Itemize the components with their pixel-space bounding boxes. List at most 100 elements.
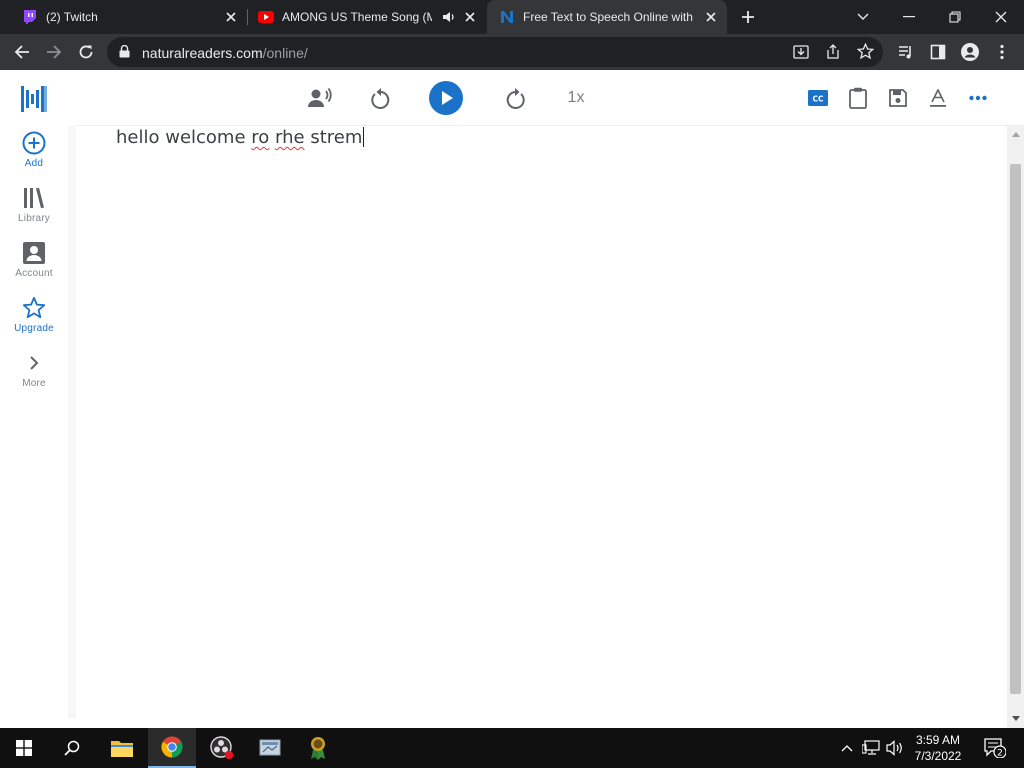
minimize-icon — [903, 16, 915, 18]
award-icon — [311, 737, 325, 760]
scrollbar-thumb[interactable] — [1010, 164, 1021, 694]
media-queue-icon — [899, 46, 911, 59]
search-button[interactable] — [48, 728, 96, 768]
url-domain: naturalreaders.com — [142, 45, 263, 61]
obs-icon — [210, 736, 234, 760]
reload-button[interactable] — [72, 38, 100, 66]
forward-icon — [506, 88, 525, 109]
install-app-icon[interactable] — [793, 44, 809, 65]
sidebar-item-account[interactable]: Account — [0, 240, 68, 292]
share-icon[interactable] — [825, 44, 841, 65]
taskbar-obs[interactable] — [198, 728, 246, 768]
scroll-down-arrow-icon[interactable] — [1011, 714, 1020, 723]
misspelled-word[interactable]: rhe — [275, 127, 305, 148]
notification-count: 2 — [997, 749, 1003, 759]
sidebar-item-add[interactable]: Add — [0, 130, 68, 182]
notification-center-button[interactable]: 2 — [978, 728, 1012, 768]
voice-select-button[interactable] — [304, 82, 336, 114]
play-button[interactable] — [428, 80, 464, 116]
close-icon[interactable] — [703, 9, 719, 25]
sidebar-item-upgrade[interactable]: Upgrade — [0, 295, 68, 347]
sidebar-item-more[interactable]: More — [0, 350, 68, 402]
restore-button[interactable] — [932, 0, 978, 34]
sidebar-item-label: Add — [24, 158, 44, 169]
chrome-icon — [161, 736, 183, 758]
forward-skip-button[interactable] — [500, 82, 532, 114]
side-panel-button[interactable] — [924, 38, 952, 66]
folder-icon — [111, 741, 133, 757]
text-caret — [363, 127, 365, 147]
captions-button[interactable]: CC — [802, 82, 834, 114]
misspelled-word[interactable]: ro — [251, 127, 269, 148]
text-editor[interactable]: hello welcome ro rhe strem — [116, 126, 996, 716]
tab-title: AMONG US Theme Song (M — [282, 10, 432, 24]
close-icon[interactable] — [223, 9, 239, 25]
speaker-icon[interactable] — [442, 10, 456, 27]
tab-title: Free Text to Speech Online with A — [523, 10, 693, 24]
clock-time: 3:59 AM — [915, 733, 961, 747]
profile-button[interactable] — [956, 38, 984, 66]
close-icon — [995, 11, 1007, 23]
taskbar-file-explorer[interactable] — [98, 728, 146, 768]
sidebar-item-label: Library — [18, 213, 50, 224]
bookmark-star-icon[interactable] — [856, 42, 875, 65]
paste-button[interactable] — [842, 82, 874, 114]
more-horizontal-icon — [969, 95, 987, 101]
rewind-icon — [371, 88, 390, 109]
network-icon — [862, 740, 880, 755]
back-button[interactable] — [8, 38, 36, 66]
taskbar-app-window[interactable] — [246, 728, 294, 768]
media-control-button[interactable] — [892, 38, 920, 66]
chevron-down-icon — [857, 13, 869, 20]
save-button[interactable] — [882, 82, 914, 114]
profile-icon — [961, 43, 979, 61]
new-tab-button[interactable] — [736, 5, 760, 29]
clipboard-icon — [849, 87, 867, 109]
show-hidden-icons-button[interactable] — [838, 728, 856, 768]
font-settings-button[interactable] — [922, 82, 954, 114]
document-text[interactable]: hello welcome ro rhe strem — [116, 126, 996, 150]
account-icon — [0, 240, 68, 266]
tab-naturalreader[interactable]: Free Text to Speech Online with A — [487, 0, 727, 34]
arrow-right-icon — [47, 45, 62, 59]
twitch-icon — [22, 9, 38, 25]
minimize-button[interactable] — [886, 0, 932, 34]
rewind-button[interactable] — [364, 82, 396, 114]
windows-taskbar: 3:59 AM 7/3/2022 2 — [0, 728, 1024, 768]
more-options-button[interactable] — [962, 82, 994, 114]
sidebar: Add Library Account Upgrade More — [0, 70, 68, 728]
vertical-scrollbar[interactable] — [1007, 126, 1024, 728]
start-button[interactable] — [0, 728, 48, 768]
speed-label: 1x — [567, 89, 585, 106]
taskbar-chrome[interactable] — [148, 728, 196, 768]
speed-button[interactable]: 1x — [560, 82, 592, 114]
close-icon[interactable] — [462, 9, 478, 25]
naturalreader-logo[interactable] — [21, 86, 47, 117]
tab-twitch[interactable]: (2) Twitch — [0, 0, 247, 34]
network-status[interactable] — [860, 728, 882, 768]
windows-logo-icon — [16, 740, 32, 756]
lock-icon[interactable] — [119, 44, 130, 63]
url-path: /online/ — [262, 45, 308, 61]
kebab-menu-icon — [1000, 44, 1004, 60]
window-close-button[interactable] — [978, 0, 1024, 34]
chrome-menu-button[interactable] — [988, 38, 1016, 66]
naturalreader-icon — [499, 9, 515, 25]
system-clock[interactable]: 3:59 AM 7/3/2022 — [902, 732, 974, 764]
library-icon — [0, 185, 68, 211]
clock-date: 7/3/2022 — [914, 749, 962, 763]
taskbar-award-app[interactable] — [294, 728, 342, 768]
scroll-up-arrow-icon[interactable] — [1011, 130, 1020, 139]
editor-gutter — [68, 126, 76, 718]
url-text: naturalreaders.com/online/ — [142, 45, 308, 61]
sidebar-item-library[interactable]: Library — [0, 185, 68, 237]
forward-button[interactable] — [40, 38, 68, 66]
play-icon — [429, 81, 463, 115]
tab-search-button[interactable] — [840, 0, 886, 34]
tab-youtube[interactable]: AMONG US Theme Song (M — [248, 0, 486, 34]
text-segment: hello welcome — [116, 127, 252, 148]
text-format-icon — [930, 89, 946, 107]
youtube-icon — [258, 9, 274, 25]
address-bar[interactable]: naturalreaders.com/online/ — [107, 37, 883, 67]
text-segment: strem — [304, 127, 363, 148]
